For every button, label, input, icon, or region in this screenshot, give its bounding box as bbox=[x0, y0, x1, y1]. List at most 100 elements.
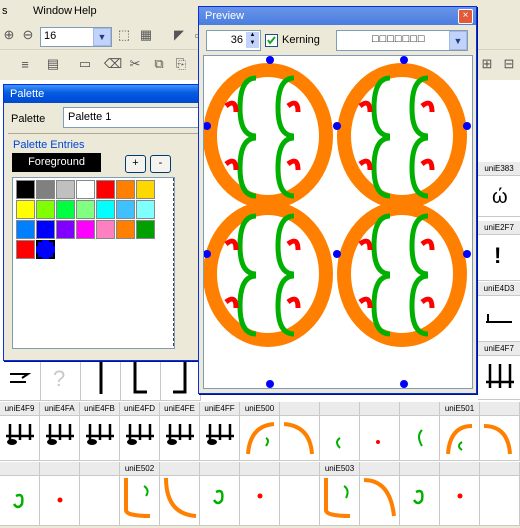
color-swatch[interactable] bbox=[56, 220, 75, 239]
color-swatch[interactable] bbox=[16, 200, 35, 219]
glyph-cell[interactable] bbox=[200, 416, 240, 461]
color-swatch[interactable] bbox=[116, 200, 135, 219]
color-swatch[interactable] bbox=[96, 220, 115, 239]
glyph-cell[interactable] bbox=[360, 416, 400, 461]
glyph-cell[interactable] bbox=[480, 476, 520, 526]
color-swatch[interactable] bbox=[116, 220, 135, 239]
spinner-up-icon[interactable]: ▲ bbox=[246, 32, 259, 40]
color-swatch[interactable] bbox=[36, 220, 55, 239]
glyph-cell[interactable] bbox=[440, 476, 480, 526]
foreground-selector[interactable]: Foreground bbox=[12, 153, 101, 172]
glyph-cell[interactable] bbox=[478, 296, 520, 342]
color-swatch[interactable] bbox=[36, 200, 55, 219]
color-swatch[interactable] bbox=[36, 240, 55, 259]
glyph-cell[interactable] bbox=[81, 358, 121, 401]
copy-icon[interactable]: ⧉ bbox=[150, 55, 168, 73]
glyph-cell[interactable] bbox=[0, 358, 41, 401]
glyph-cell[interactable] bbox=[80, 476, 120, 526]
close-icon[interactable]: × bbox=[458, 9, 473, 24]
tool-icon-right-2[interactable]: ⊟ bbox=[500, 55, 518, 73]
chevron-down-icon[interactable]: ▼ bbox=[93, 28, 111, 46]
glyph-cell[interactable] bbox=[160, 476, 200, 526]
palette-name-input[interactable]: Palette 1 bbox=[63, 107, 200, 128]
palette-window: Palette Palette Palette 1 Palette Entrie… bbox=[3, 84, 204, 361]
glyph-cell[interactable] bbox=[200, 476, 240, 526]
color-swatch[interactable] bbox=[96, 180, 115, 199]
color-swatch[interactable] bbox=[56, 200, 75, 219]
glyph-label bbox=[0, 462, 40, 476]
glyph-label: uniE501 bbox=[440, 402, 480, 416]
glyph-cell[interactable] bbox=[80, 416, 120, 461]
color-swatch[interactable] bbox=[76, 220, 95, 239]
glyph-cell[interactable] bbox=[160, 416, 200, 461]
color-swatch[interactable] bbox=[16, 180, 35, 199]
glyph-cell[interactable] bbox=[240, 476, 280, 526]
glyph-shape bbox=[283, 422, 314, 455]
glyph-cell[interactable]: ώ bbox=[478, 176, 520, 217]
glyph-cell[interactable] bbox=[280, 476, 320, 526]
glyph-cell[interactable] bbox=[121, 358, 161, 401]
select-grid-icon[interactable]: ▦ bbox=[137, 26, 155, 44]
glyph-cell[interactable] bbox=[440, 416, 480, 461]
glyph-cell[interactable] bbox=[480, 416, 520, 461]
glyph-cell[interactable] bbox=[0, 416, 40, 461]
glyph-label bbox=[280, 402, 320, 416]
glyph-cell[interactable] bbox=[280, 416, 320, 461]
color-swatch[interactable] bbox=[136, 180, 155, 199]
glyph-cell[interactable]: ! bbox=[478, 235, 520, 281]
glyph-cell[interactable] bbox=[400, 476, 440, 526]
palette-titlebar[interactable]: Palette bbox=[4, 85, 203, 103]
preview-size-input[interactable]: 36 ▲ ▼ bbox=[206, 30, 261, 51]
color-swatch[interactable] bbox=[56, 180, 75, 199]
kerning-checkbox[interactable] bbox=[265, 34, 278, 47]
preview-glyphs bbox=[203, 56, 471, 388]
glyph-shape bbox=[376, 440, 380, 444]
glyph-cell[interactable] bbox=[478, 356, 520, 400]
glyph-label bbox=[360, 462, 400, 476]
glyph-cell[interactable] bbox=[161, 358, 201, 401]
remove-entry-button[interactable]: - bbox=[150, 155, 171, 173]
glyph-cell[interactable] bbox=[400, 416, 440, 461]
color-swatch[interactable] bbox=[116, 180, 135, 199]
paste-icon[interactable]: ⎘ bbox=[172, 55, 190, 73]
panel-icon[interactable]: ▭ bbox=[76, 55, 94, 73]
zoom-in-icon[interactable]: ⊕ bbox=[0, 26, 18, 44]
arrow-tool-icon[interactable]: ◤ bbox=[170, 26, 188, 44]
font-size-select[interactable]: 16 ▼ bbox=[40, 27, 112, 47]
list-icon[interactable]: ≡ bbox=[16, 55, 34, 73]
menu-window[interactable]: Window bbox=[33, 5, 72, 17]
glyph-cell[interactable] bbox=[320, 476, 360, 526]
glyph-cell[interactable] bbox=[40, 416, 80, 461]
glyph-cell[interactable] bbox=[320, 416, 360, 461]
color-swatch[interactable] bbox=[16, 220, 35, 239]
spinner-down-icon[interactable]: ▼ bbox=[246, 40, 259, 48]
color-swatch[interactable] bbox=[96, 200, 115, 219]
color-swatch[interactable] bbox=[76, 180, 95, 199]
glyph-cell[interactable] bbox=[240, 416, 280, 461]
color-swatch[interactable] bbox=[16, 240, 35, 259]
zoom-out-icon[interactable]: ⊖ bbox=[19, 26, 37, 44]
color-swatch[interactable] bbox=[36, 180, 55, 199]
glyph-shape bbox=[486, 364, 514, 388]
glyph-cell[interactable] bbox=[40, 476, 80, 526]
glyph-cell[interactable]: ? bbox=[41, 358, 81, 401]
add-entry-button[interactable]: + bbox=[125, 155, 146, 173]
glyph-shape bbox=[486, 314, 512, 323]
preview-titlebar[interactable]: Preview bbox=[199, 7, 476, 25]
glyph-string-select[interactable]: □□□□□□□ ▼ bbox=[336, 30, 468, 51]
grid-icon[interactable]: ▤ bbox=[44, 55, 62, 73]
color-swatch[interactable] bbox=[136, 200, 155, 219]
menu-help[interactable]: Help bbox=[74, 5, 97, 17]
eraser-icon[interactable]: ⌫ bbox=[104, 55, 122, 73]
chevron-down-icon[interactable]: ▼ bbox=[449, 31, 467, 50]
color-swatch[interactable] bbox=[136, 220, 155, 239]
tool-icon-right-1[interactable]: ⊞ bbox=[478, 55, 496, 73]
glyph-cell[interactable] bbox=[120, 416, 160, 461]
glyph-cell[interactable] bbox=[360, 476, 400, 526]
menu-partial[interactable]: s bbox=[2, 5, 8, 17]
scissors-icon[interactable]: ✂ bbox=[126, 55, 144, 73]
select-frame-icon[interactable]: ⬚ bbox=[115, 26, 133, 44]
color-swatch[interactable] bbox=[76, 200, 95, 219]
glyph-cell[interactable] bbox=[120, 476, 160, 526]
glyph-cell[interactable] bbox=[0, 476, 40, 526]
